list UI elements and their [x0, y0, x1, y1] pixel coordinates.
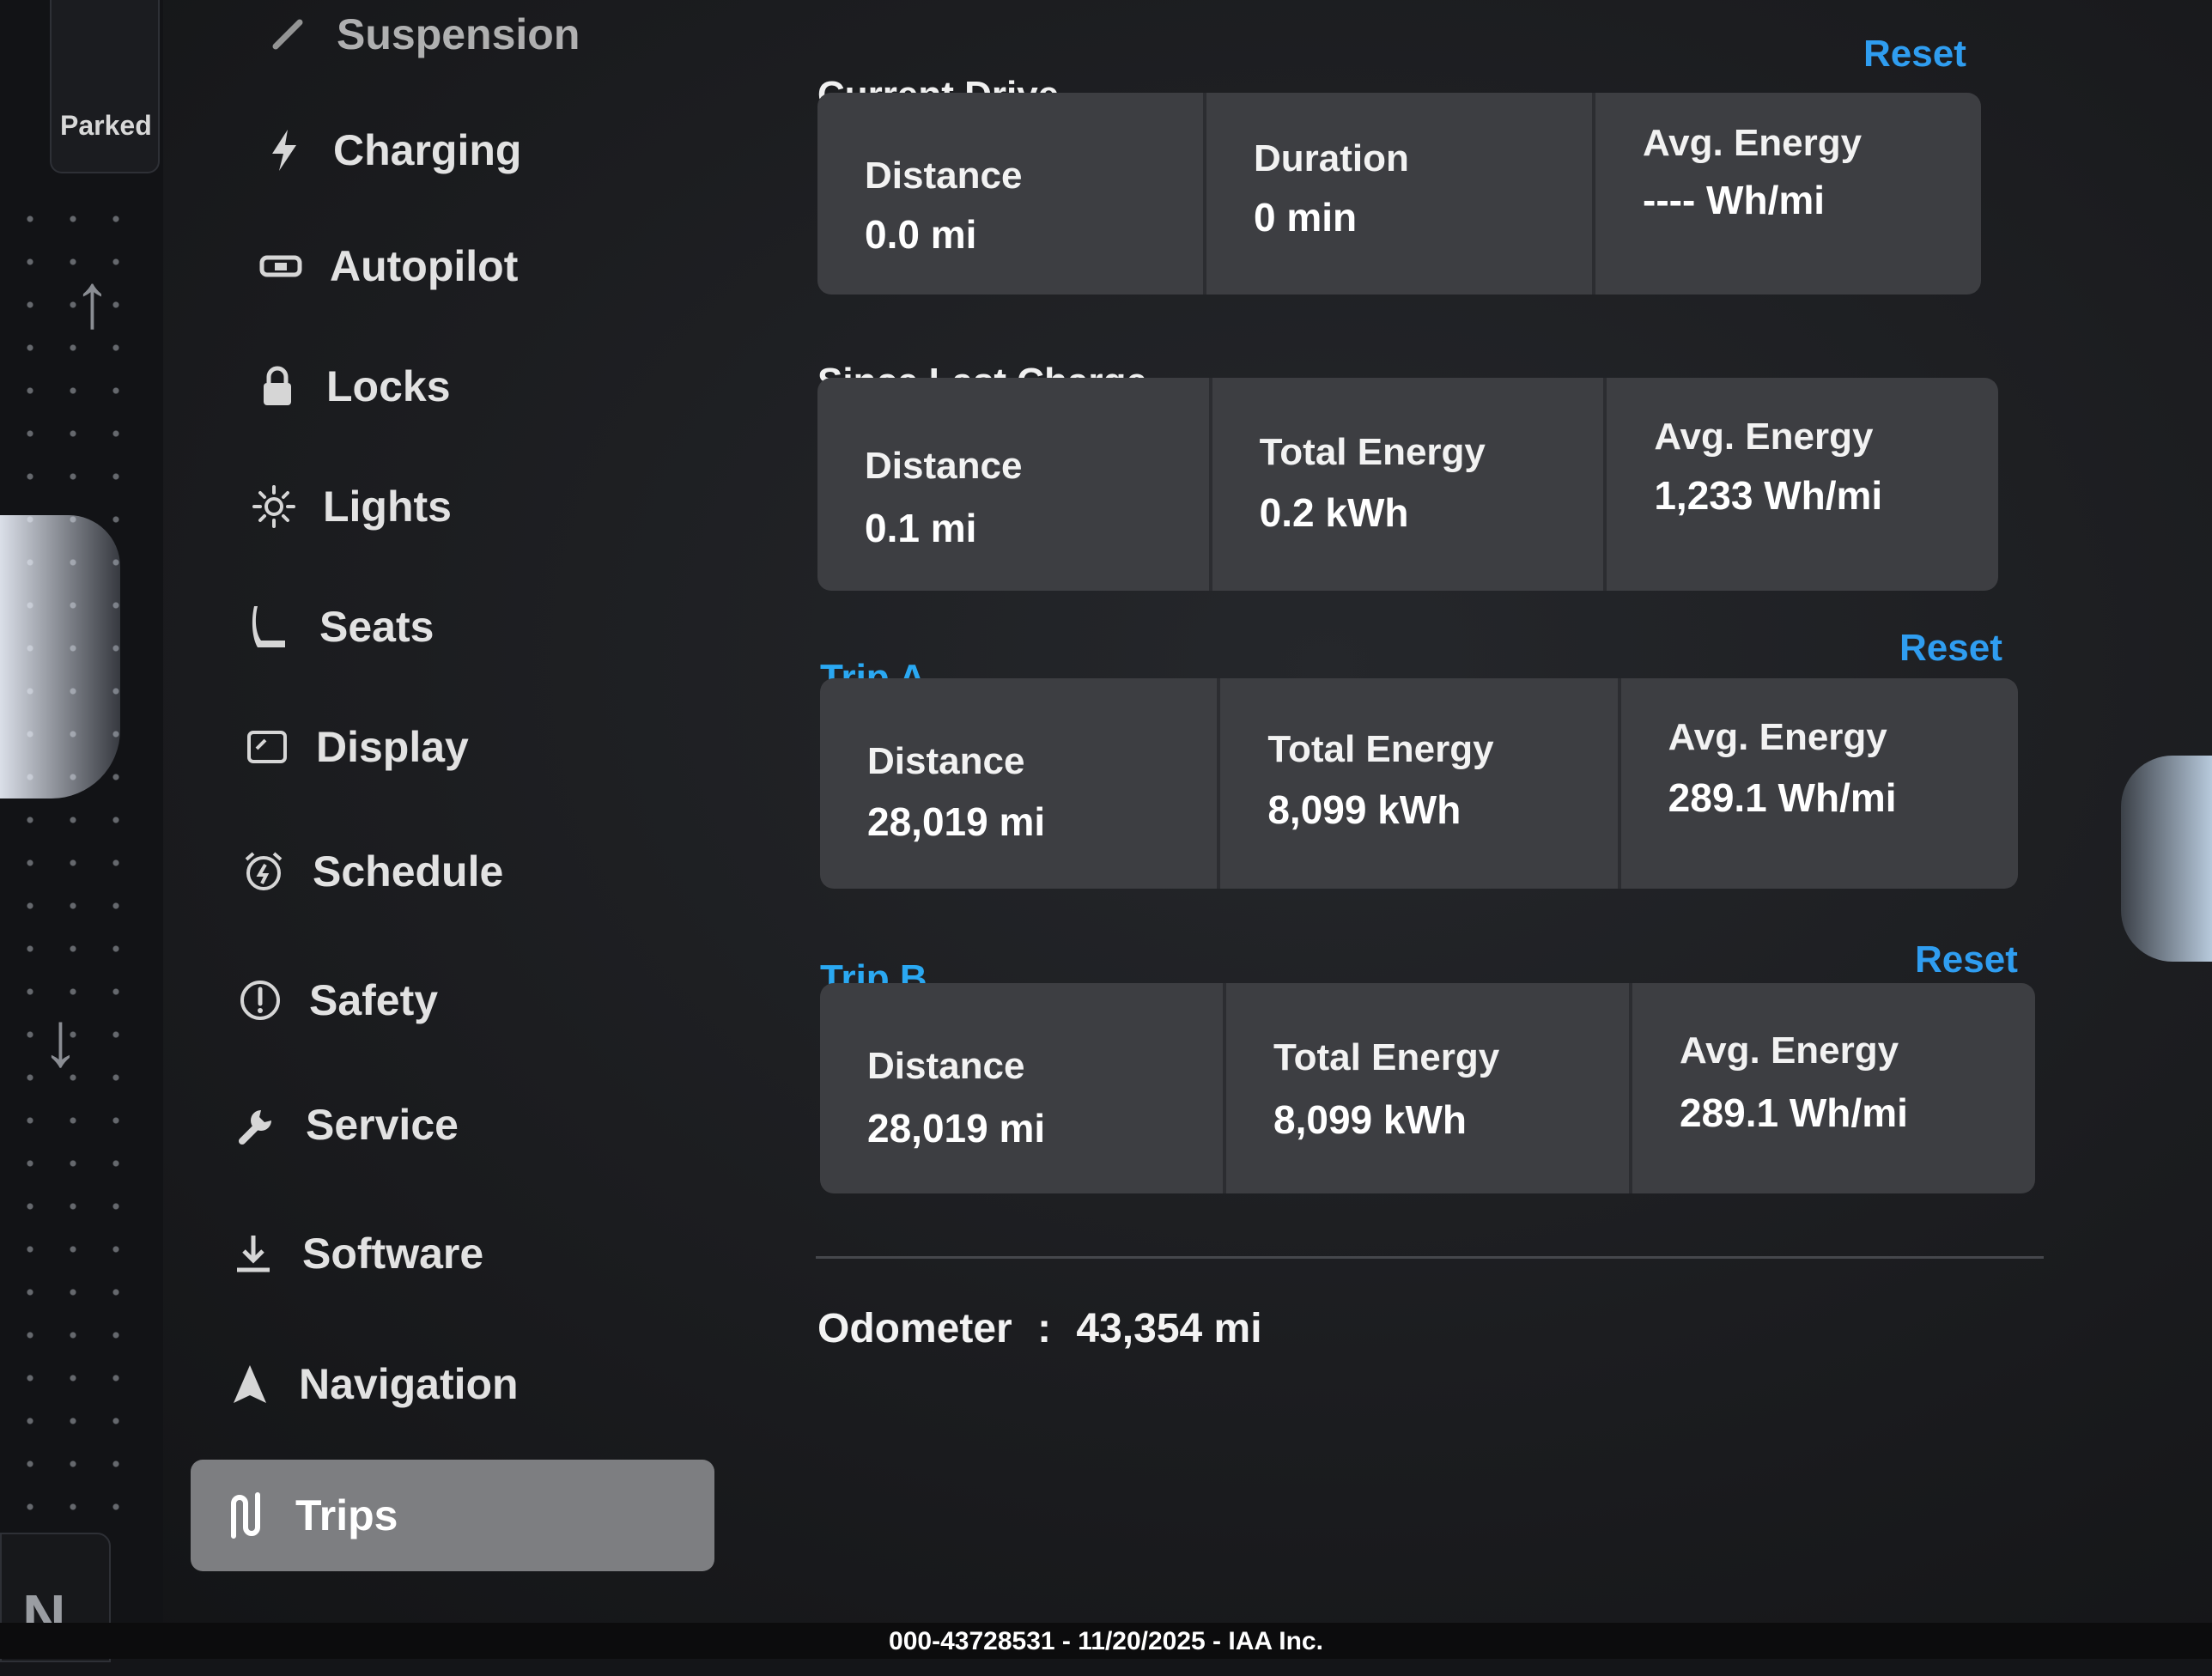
odometer-separator: :	[1037, 1306, 1052, 1351]
trip-b-distance: Distance 28,019 mi	[820, 983, 1226, 1193]
sidebar-item-label: Safety	[309, 976, 439, 1024]
current-drive-avg-energy: Avg. Energy ---- Wh/mi	[1595, 93, 1981, 295]
sidebar-item-label: Trips	[295, 1491, 398, 1539]
parked-label: Parked	[60, 110, 152, 141]
sidebar-item-charging[interactable]: Charging	[254, 116, 521, 185]
stat-label: Distance	[867, 1045, 1025, 1087]
stat-label: Total Energy	[1273, 1036, 1500, 1078]
stat-value: 1,233 Wh/mi	[1654, 473, 1883, 518]
trips-icon	[216, 1491, 276, 1539]
lightning-icon	[254, 128, 314, 173]
tesla-screen: Parked ↑ ↓ N Suspension Charging Autopil…	[0, 0, 2212, 1666]
current-drive-duration: Duration 0 min	[1206, 93, 1595, 295]
section-divider	[816, 1256, 2044, 1259]
left-status-strip: Parked ↑ ↓ N	[0, 0, 163, 1662]
sidebar-item-schedule[interactable]: Schedule	[234, 837, 503, 906]
odometer: Odometer : 43,354 mi	[817, 1305, 1262, 1352]
stat-label: Duration	[1254, 137, 1409, 179]
since-last-charge-distance: Distance 0.1 mi	[817, 378, 1212, 591]
sidebar-item-software[interactable]: Software	[223, 1219, 483, 1288]
since-last-charge-avg-energy: Avg. Energy 1,233 Wh/mi	[1607, 378, 1998, 591]
screen-glare	[0, 515, 120, 799]
trip-a-total-energy: Total Energy 8,099 kWh	[1220, 678, 1621, 889]
sidebar-item-label: Service	[306, 1101, 459, 1149]
shift-down-arrow-icon[interactable]: ↓	[41, 996, 80, 1084]
download-icon	[223, 1232, 283, 1275]
stat-value: 0.2 kWh	[1259, 490, 1409, 535]
stat-value: 28,019 mi	[867, 1106, 1046, 1151]
screen-glare	[2121, 756, 2212, 962]
stat-label: Total Energy	[1267, 728, 1494, 770]
sidebar-item-lights[interactable]: Lights	[244, 472, 452, 541]
sidebar-item-label: Navigation	[299, 1360, 519, 1408]
current-drive-reset-button[interactable]: Reset	[1863, 33, 1966, 76]
stat-label: Total Energy	[1259, 431, 1486, 473]
wrench-icon	[227, 1103, 287, 1146]
stat-value: 8,099 kWh	[1273, 1097, 1467, 1142]
stat-value: 28,019 mi	[867, 799, 1046, 844]
sidebar-item-label: Schedule	[313, 847, 504, 896]
display-icon	[237, 730, 297, 764]
stat-label: Distance	[867, 740, 1025, 782]
lock-icon	[247, 366, 307, 407]
steering-wheel-icon	[251, 253, 311, 279]
stat-value: 0 min	[1254, 195, 1358, 240]
stat-value: 0.0 mi	[865, 212, 977, 257]
shift-up-arrow-icon[interactable]: ↑	[73, 258, 112, 346]
sidebar-item-display[interactable]: Display	[237, 713, 469, 781]
suspension-icon	[258, 15, 318, 53]
stat-label: Distance	[865, 155, 1023, 197]
trip-b-card: Distance 28,019 mi Total Energy 8,099 kW…	[820, 983, 2035, 1193]
sidebar-item-label: Seats	[319, 603, 434, 651]
stat-label: Avg. Energy	[1654, 416, 1874, 458]
current-drive-card: Distance 0.0 mi Duration 0 min Avg. Ener…	[817, 93, 1981, 295]
stat-value: 0.1 mi	[865, 506, 977, 550]
watermark-text: 000-43728531 - 11/20/2025 - IAA Inc.	[889, 1627, 1323, 1655]
odometer-label: Odometer	[817, 1306, 1012, 1351]
sidebar-item-seats[interactable]: Seats	[240, 592, 434, 661]
trip-a-distance: Distance 28,019 mi	[820, 678, 1221, 889]
sidebar-item-trips[interactable]: Trips	[191, 1460, 714, 1571]
odometer-value: 43,354 mi	[1076, 1306, 1262, 1351]
current-drive-distance: Distance 0.0 mi	[817, 93, 1206, 295]
trip-a-reset-button[interactable]: Reset	[1899, 627, 2002, 670]
trip-b-total-energy: Total Energy 8,099 kWh	[1226, 983, 1632, 1193]
navigation-arrow-icon	[220, 1363, 280, 1406]
stat-label: Distance	[865, 445, 1023, 487]
stat-label: Avg. Energy	[1680, 1029, 1899, 1072]
exclamation-circle-icon	[230, 978, 290, 1023]
sidebar-item-service[interactable]: Service	[227, 1090, 459, 1159]
stat-label: Avg. Energy	[1643, 122, 1863, 164]
since-last-charge-card: Distance 0.1 mi Total Energy 0.2 kWh Avg…	[817, 378, 1998, 591]
sidebar-item-label: Lights	[323, 483, 452, 531]
sidebar-item-label: Suspension	[337, 10, 580, 58]
sidebar-item-safety[interactable]: Safety	[230, 966, 438, 1035]
stat-value: ---- Wh/mi	[1643, 178, 1826, 222]
sidebar-item-navigation[interactable]: Navigation	[220, 1350, 519, 1418]
trip-b-avg-energy: Avg. Energy 289.1 Wh/mi	[1632, 983, 2035, 1193]
since-last-charge-total-energy: Total Energy 0.2 kWh	[1212, 378, 1607, 591]
alarm-clock-icon	[234, 849, 294, 894]
sidebar-item-label: Display	[316, 723, 469, 771]
sidebar-item-label: Charging	[333, 126, 522, 174]
sidebar-item-autopilot[interactable]: Autopilot	[251, 232, 518, 301]
trip-a-avg-energy: Avg. Energy 289.1 Wh/mi	[1621, 678, 2018, 889]
seat-icon	[240, 603, 301, 651]
stat-label: Avg. Energy	[1668, 716, 1887, 758]
trip-b-reset-button[interactable]: Reset	[1915, 938, 2018, 981]
stat-value: 289.1 Wh/mi	[1680, 1090, 1908, 1135]
stat-value: 8,099 kWh	[1267, 787, 1462, 832]
sun-icon	[244, 484, 304, 529]
dot-grid	[9, 197, 155, 1511]
trip-a-card: Distance 28,019 mi Total Energy 8,099 kW…	[820, 678, 2018, 889]
sidebar-item-label: Autopilot	[330, 242, 519, 290]
park-indicator[interactable]	[50, 0, 160, 173]
stat-value: 289.1 Wh/mi	[1668, 775, 1897, 820]
sidebar-item-suspension[interactable]: Suspension	[258, 0, 580, 69]
sidebar-item-locks[interactable]: Locks	[247, 352, 451, 421]
sidebar-item-label: Software	[302, 1230, 484, 1278]
sidebar-item-label: Locks	[326, 362, 451, 410]
